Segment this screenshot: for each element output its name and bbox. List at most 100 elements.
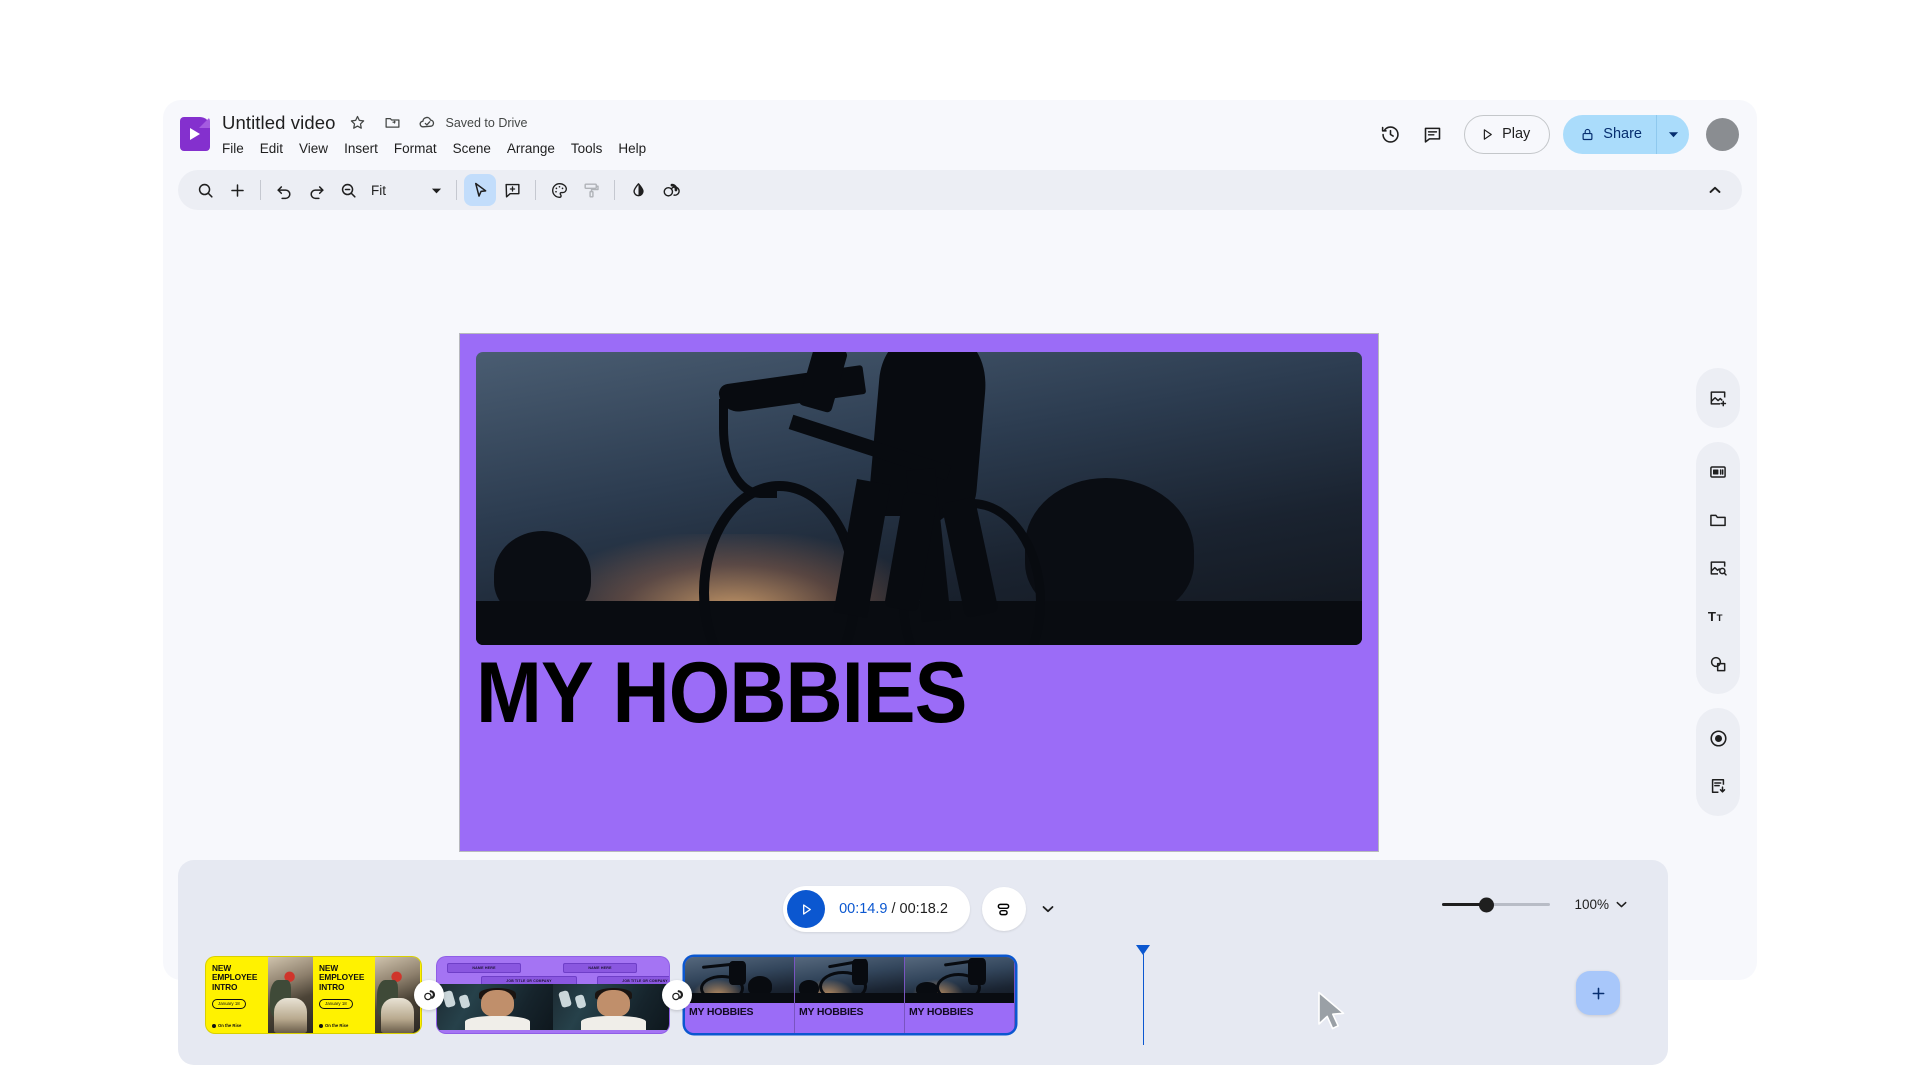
save-status-label: Saved to Drive	[445, 115, 528, 130]
timeline-expand-chevron-down-icon[interactable]	[1033, 894, 1063, 924]
timeline-zoom-control: 100%	[1442, 897, 1628, 912]
chevron-up-icon[interactable]	[1699, 174, 1731, 206]
transition-icon[interactable]	[654, 174, 686, 206]
text-icon[interactable]: T T	[1698, 592, 1738, 640]
brand-dot-icon	[212, 1023, 216, 1028]
zoom-chevron-down-icon[interactable]	[1615, 898, 1628, 911]
menu-insert[interactable]: Insert	[336, 138, 386, 159]
slide-title-text[interactable]: MY HOBBIES	[476, 650, 967, 736]
menu-scene[interactable]: Scene	[445, 138, 499, 159]
zoom-level-caret-icon[interactable]	[423, 175, 449, 205]
rail-group-media	[1696, 368, 1740, 428]
clip-thumb-text: NEW EMPLOYEE INTRO January 18	[206, 957, 268, 1033]
app-header: Untitled video Saved to Drive File Edit …	[163, 100, 1757, 168]
clip-new-employee-intro[interactable]: NEW EMPLOYEE INTRO January 18 On the Rise …	[206, 957, 421, 1033]
share-dropdown-caret[interactable]	[1657, 115, 1689, 154]
header-actions: Play Share	[1370, 114, 1739, 154]
redo-icon[interactable]	[300, 174, 332, 206]
title-row: Untitled video Saved to Drive	[222, 110, 654, 136]
play-button[interactable]: Play	[1464, 114, 1551, 154]
clip-talking-head[interactable]: NAME HERE JOB TITLE OR COMPANY NAME HERE…	[437, 957, 669, 1033]
menu-file[interactable]: File	[214, 138, 252, 159]
add-icon[interactable]	[221, 174, 253, 206]
timeline-panel: 00:14.9 / 00:18.2 100% NEW EMPLOYEE INTR…	[178, 860, 1668, 1065]
add-media-icon[interactable]	[1698, 374, 1738, 422]
menu-arrange[interactable]: Arrange	[499, 138, 563, 159]
comment-icon[interactable]	[1412, 114, 1452, 154]
zoom-level-label[interactable]: Fit	[364, 183, 393, 198]
menu-bar: File Edit View Insert Format Scene Arran…	[214, 138, 654, 159]
add-clip-button[interactable]	[1576, 971, 1620, 1015]
clip-headline: NEW EMPLOYEE INTRO	[212, 963, 258, 992]
document-title[interactable]: Untitled video	[222, 112, 336, 134]
timeline-play-icon[interactable]	[787, 890, 826, 928]
transport-bar: 00:14.9 / 00:18.2	[783, 886, 970, 932]
record-icon[interactable]	[1698, 714, 1738, 762]
export-icon[interactable]	[1698, 762, 1738, 810]
track-view-icon[interactable]	[981, 887, 1026, 931]
clip-footer: On the Rise	[319, 1023, 348, 1028]
clip-thumb-image	[905, 957, 1014, 1003]
timeline-zoom-percent: 100%	[1574, 897, 1609, 912]
bicycle-handle-drop	[718, 398, 778, 499]
clip-headline: NEW EMPLOYEE INTRO	[319, 963, 365, 992]
toolbar-divider	[614, 180, 615, 200]
transition-node-2[interactable]	[662, 980, 692, 1010]
clip-thumb-image	[685, 957, 794, 1003]
clip-thumb-video	[437, 984, 553, 1030]
play-button-label: Play	[1502, 126, 1531, 142]
fill-color-icon[interactable]	[622, 174, 654, 206]
folder-icon[interactable]	[1698, 496, 1738, 544]
avatar[interactable]	[1706, 117, 1739, 151]
menu-tools[interactable]: Tools	[563, 138, 611, 159]
toolbar-divider	[260, 180, 261, 200]
editor-toolbar: Fit	[178, 170, 1742, 210]
menu-format[interactable]: Format	[386, 138, 445, 159]
vids-app-window: Untitled video Saved to Drive File Edit …	[163, 100, 1757, 1065]
timeline-zoom-slider[interactable]	[1442, 897, 1551, 912]
select-cursor-icon[interactable]	[464, 174, 496, 206]
stock-media-icon[interactable]	[1698, 544, 1738, 592]
menu-edit[interactable]: Edit	[252, 138, 291, 159]
clip-date-badge: January 18	[319, 998, 353, 1010]
cloud-saved-icon[interactable]	[415, 110, 441, 136]
clip-label-top: NAME HERE	[447, 963, 521, 973]
theme-palette-icon[interactable]	[543, 174, 575, 206]
share-button[interactable]: Share	[1563, 114, 1689, 154]
clip-label-top: NAME HERE	[563, 963, 637, 973]
clip-my-hobbies[interactable]: MY HOBBIES MY HOBBIES MY HOBBIES	[685, 957, 1015, 1033]
share-main[interactable]: Share	[1563, 114, 1657, 154]
zoom-icon[interactable]	[332, 174, 364, 206]
canvas-stage: MY HOBBIES	[163, 215, 1757, 855]
zoom-slider-knob[interactable]	[1478, 897, 1494, 912]
toolbar-divider	[456, 180, 457, 200]
share-button-label: Share	[1603, 126, 1642, 142]
menu-help[interactable]: Help	[610, 138, 654, 159]
templates-icon[interactable]	[1698, 448, 1738, 496]
rail-group-record	[1696, 708, 1740, 816]
history-icon[interactable]	[1370, 114, 1410, 154]
format-paint-icon[interactable]	[575, 174, 607, 206]
clip-footer-label: On the Rise	[325, 1023, 349, 1028]
clip-footer: On the Rise	[212, 1023, 241, 1028]
slide-video-media[interactable]	[476, 352, 1362, 645]
slide-canvas[interactable]: MY HOBBIES	[460, 334, 1378, 851]
total-time: / 00:18.2	[891, 901, 948, 917]
clip-date-badge: January 18	[212, 998, 246, 1010]
star-icon[interactable]	[345, 110, 371, 136]
undo-icon[interactable]	[268, 174, 300, 206]
timecode-display: 00:14.9 / 00:18.2	[839, 901, 948, 917]
toolbar-divider	[535, 180, 536, 200]
add-comment-icon[interactable]	[496, 174, 528, 206]
search-icon[interactable]	[189, 174, 221, 206]
menu-view[interactable]: View	[291, 138, 336, 159]
brand-dot-icon	[319, 1023, 323, 1028]
svg-text:T: T	[1717, 613, 1723, 624]
clip-thumb-video	[553, 984, 669, 1030]
rail-group-assets: T T	[1696, 442, 1740, 694]
svg-text:T: T	[1708, 609, 1716, 624]
shapes-icon[interactable]	[1698, 640, 1738, 688]
transition-node-1[interactable]	[414, 980, 444, 1010]
move-to-folder-icon[interactable]	[380, 110, 406, 136]
right-sidebar: T T	[1696, 368, 1740, 830]
